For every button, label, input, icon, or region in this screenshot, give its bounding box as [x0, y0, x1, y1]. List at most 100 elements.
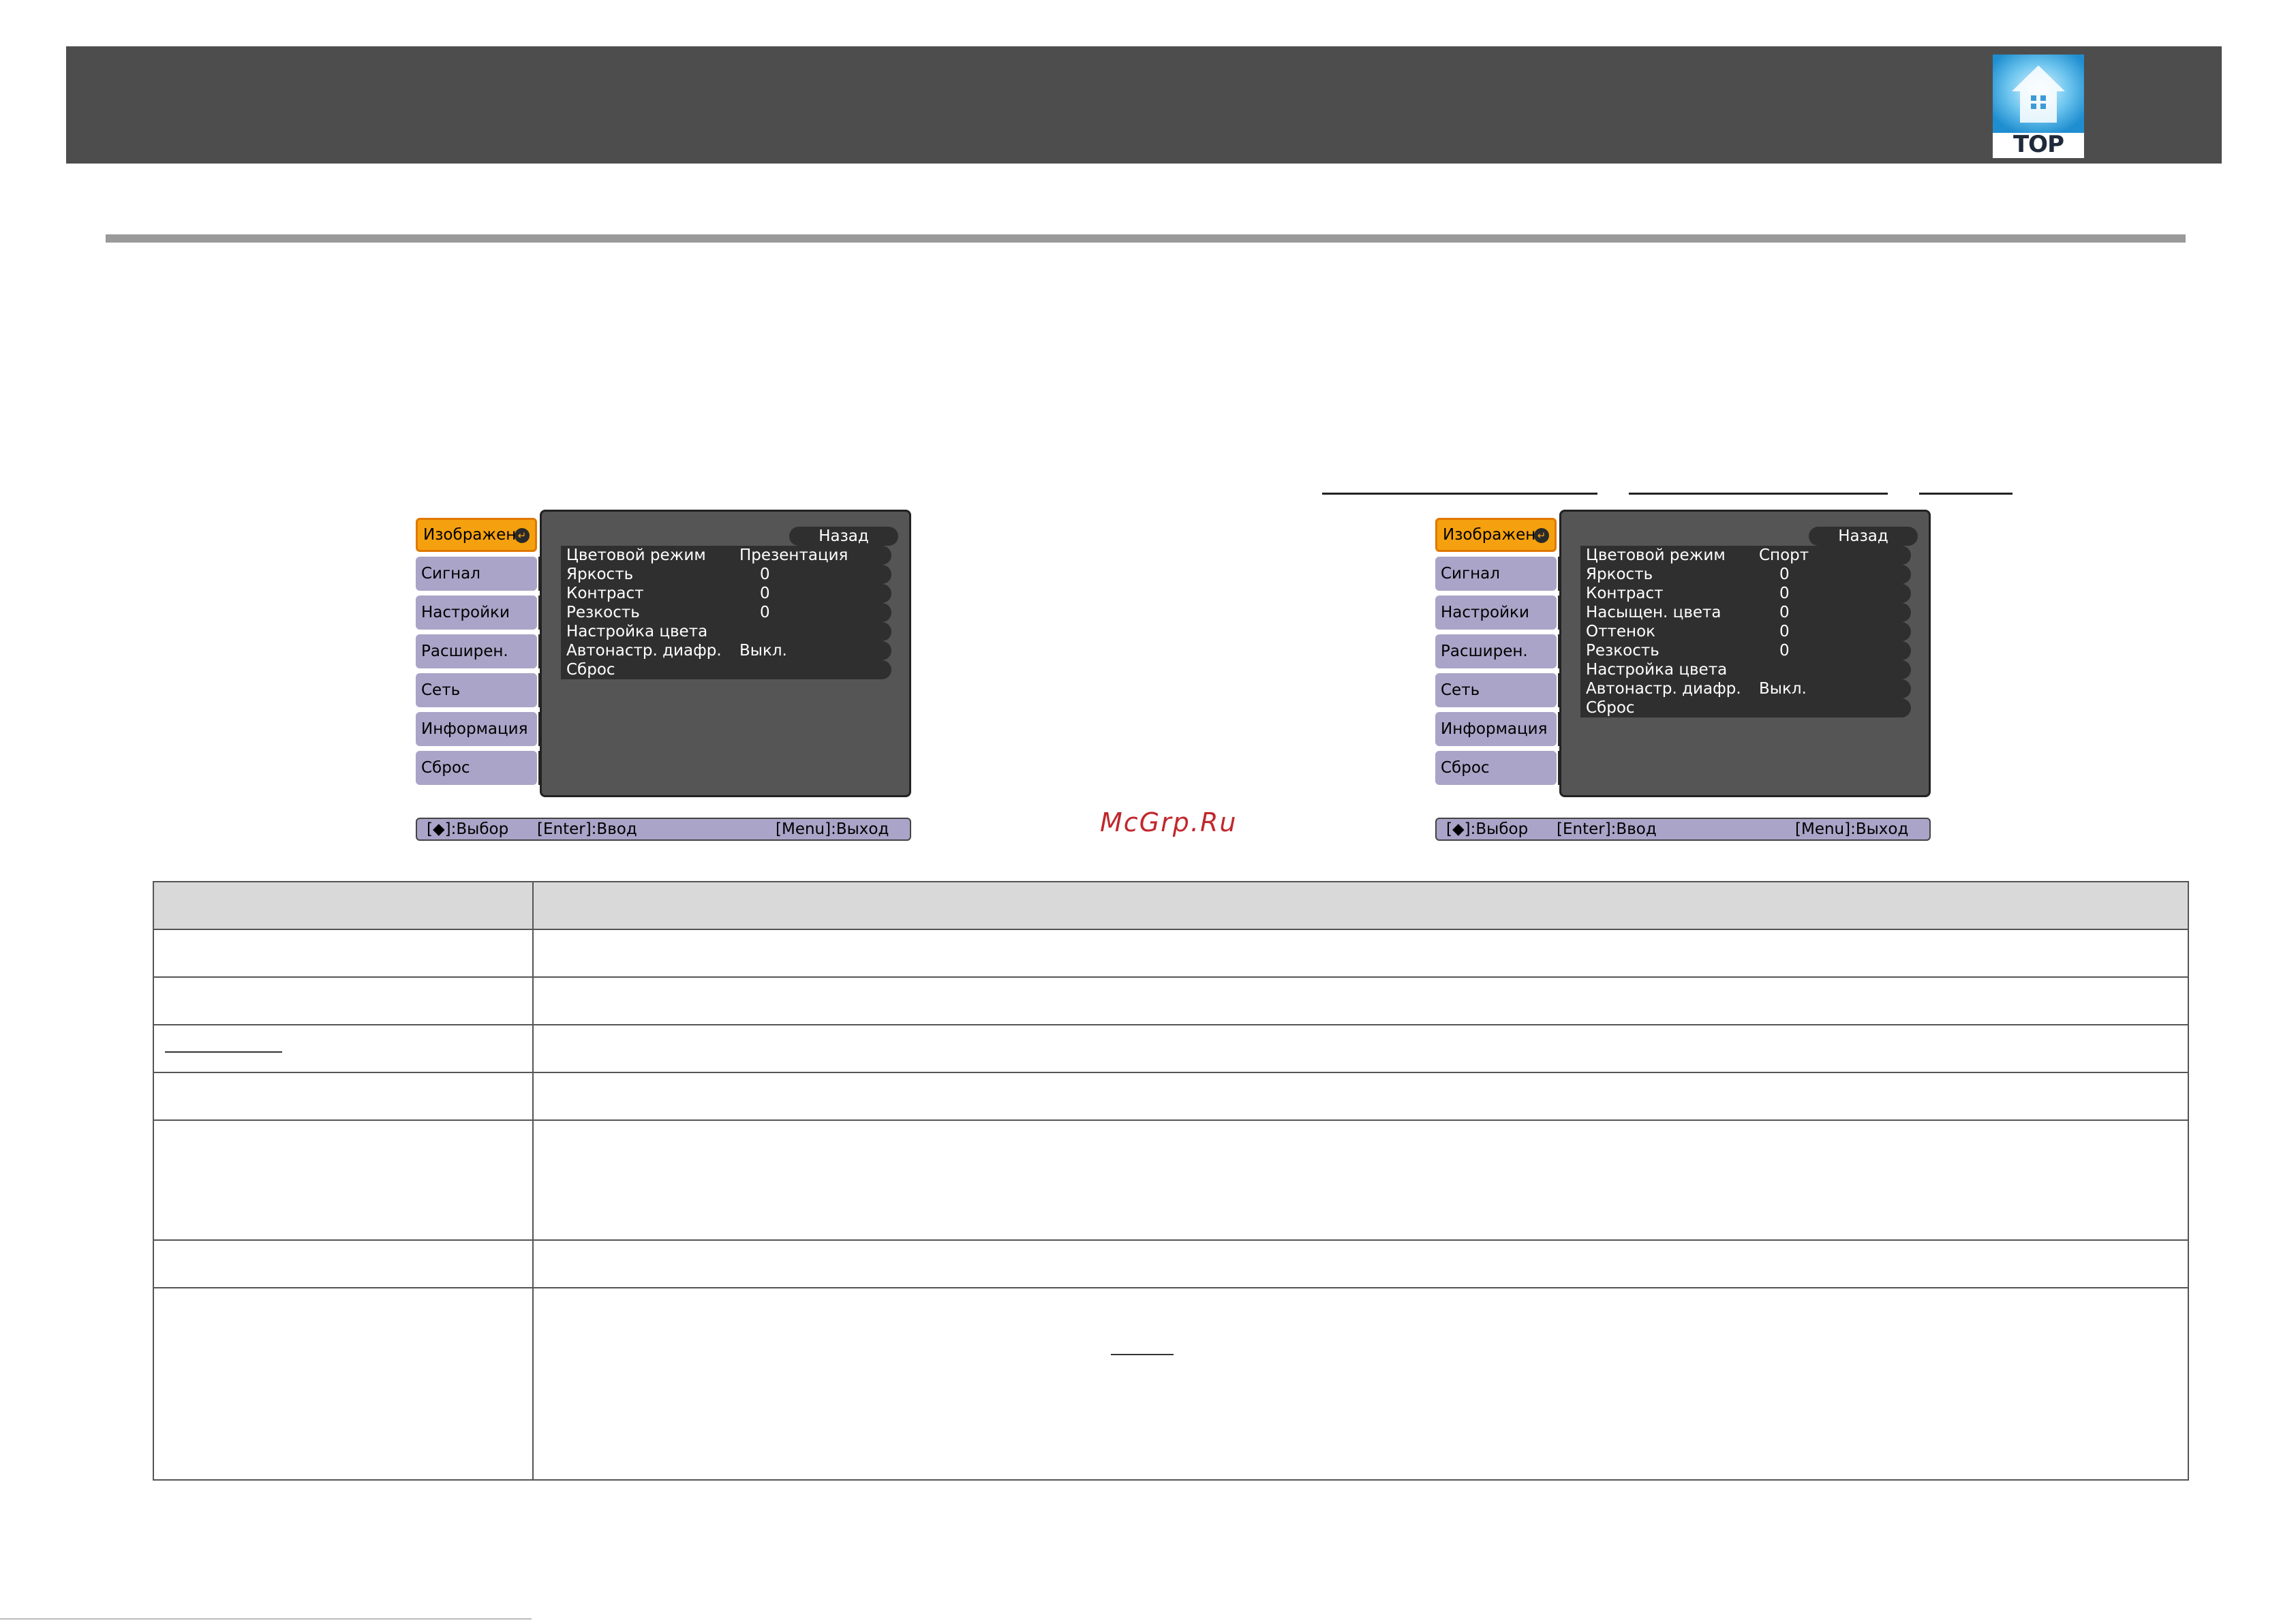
column-divider — [532, 1073, 534, 1119]
menu-row[interactable]: Насыщен. цвета 0 — [1580, 603, 1911, 622]
tab-label: Настройки — [421, 604, 510, 621]
menu-screen-2: Изображен. ↵ Сигнал Настройки Расширен. … — [1435, 510, 1933, 841]
tab-image[interactable]: Изображен. ↵ — [1435, 518, 1557, 552]
menu-row[interactable]: Резкость 0 — [561, 603, 891, 622]
row-label: Настройка цвета — [566, 623, 708, 640]
top-label: TOP — [2012, 131, 2064, 158]
table-header — [153, 881, 2189, 930]
home-icon — [1993, 55, 2084, 133]
link-underline[interactable] — [165, 1051, 282, 1053]
footer-line — [0, 1618, 532, 1620]
status-enter: [Enter]:Ввод — [537, 820, 637, 838]
row-value: 0 — [760, 566, 770, 583]
table-row — [153, 1241, 2189, 1288]
column-divider — [532, 978, 534, 1024]
row-label: Контраст — [566, 585, 644, 602]
tab-image[interactable]: Изображен. ↵ — [416, 518, 537, 552]
enter-icon: ↵ — [1534, 528, 1549, 543]
tab-label: Сброс — [1441, 759, 1490, 777]
tab-network[interactable]: Сеть — [1435, 673, 1557, 707]
status-exit: [Menu]:Выход — [776, 820, 889, 838]
tab-signal[interactable]: Сигнал — [1435, 557, 1557, 591]
row-value: Выкл. — [739, 642, 787, 660]
menu-row[interactable]: Настройка цвета — [561, 622, 891, 641]
menu-row[interactable]: Цветовой режим Презентация — [561, 546, 891, 565]
menu-row[interactable]: Автонастр. диафр. Выкл. — [1580, 679, 1911, 698]
status-exit: [Menu]:Выход — [1795, 820, 1909, 838]
menu-row[interactable]: Резкость 0 — [1580, 641, 1911, 660]
menu-row[interactable]: Настройка цвета — [1580, 660, 1911, 679]
menu-panel: Назад Цветовой режим Спорт Яркость 0 Контр… — [1559, 510, 1931, 797]
table-row — [153, 1288, 2189, 1481]
menu-row[interactable]: Контраст 0 — [1580, 584, 1911, 603]
tab-reset[interactable]: Сброс — [416, 751, 537, 785]
link-underline[interactable] — [1322, 493, 1597, 495]
status-select: [◆]:Выбор — [1446, 820, 1529, 838]
row-label: Сброс — [566, 661, 615, 679]
tab-label: Сеть — [421, 681, 461, 699]
tab-signal[interactable]: Сигнал — [416, 557, 537, 591]
menu-screen-1: Изображен. ↵ Сигнал Настройки Расширен. … — [416, 510, 913, 841]
section-divider — [106, 234, 2186, 243]
row-label: Сброс — [1586, 699, 1635, 717]
tab-label: Информация — [421, 720, 528, 738]
row-value: 0 — [1779, 566, 1790, 583]
menu-row[interactable]: Оттенок 0 — [1580, 622, 1911, 641]
tab-label: Информация — [1441, 720, 1548, 738]
row-value: 0 — [760, 604, 770, 621]
row-value: 0 — [760, 585, 770, 602]
menu-row[interactable]: Автонастр. диафр. Выкл. — [561, 641, 891, 660]
tab-extended[interactable]: Расширен. — [1435, 634, 1557, 668]
menu-row[interactable]: Сброс — [1580, 698, 1911, 717]
column-divider — [532, 1241, 534, 1287]
tab-label: Сигнал — [1441, 565, 1500, 583]
column-divider — [532, 1025, 534, 1072]
column-divider — [532, 930, 534, 976]
tab-reset[interactable]: Сброс — [1435, 751, 1557, 785]
tab-label: Сигнал — [421, 565, 480, 583]
row-label: Резкость — [1586, 642, 1659, 660]
top-button[interactable]: TOP — [1993, 55, 2084, 158]
tab-label: Изображен. — [1443, 526, 1541, 544]
tab-info[interactable]: Информация — [416, 712, 537, 746]
enter-icon: ↵ — [515, 528, 530, 543]
link-underline[interactable] — [1111, 1354, 1174, 1355]
tab-extended[interactable]: Расширен. — [416, 634, 537, 668]
row-label: Цветовой режим — [566, 546, 706, 564]
tab-label: Сеть — [1441, 681, 1480, 699]
row-label: Цветовой режим — [1586, 546, 1726, 564]
row-label: Автонастр. диафр. — [566, 642, 722, 660]
menu-row[interactable]: Цветовой режим Спорт — [1580, 546, 1911, 565]
row-value: Спорт — [1759, 546, 1809, 564]
row-value: Презентация — [739, 546, 848, 564]
menu-row[interactable]: Яркость 0 — [561, 565, 891, 584]
menu-row[interactable]: Сброс — [561, 660, 891, 679]
table-row — [153, 1121, 2189, 1241]
menu-panel: Назад Цветовой режим Презентация Яркость 0… — [540, 510, 911, 797]
table-row — [153, 1073, 2189, 1121]
status-select: [◆]:Выбор — [427, 820, 509, 838]
menu-row[interactable]: Контраст 0 — [561, 584, 891, 603]
row-label: Контраст — [1586, 585, 1664, 602]
table-row — [153, 1025, 2189, 1073]
row-label: Настройка цвета — [1586, 661, 1728, 679]
tab-network[interactable]: Сеть — [416, 673, 537, 707]
menu-row[interactable]: Яркость 0 — [1580, 565, 1911, 584]
row-label: Оттенок — [1586, 623, 1656, 640]
tab-settings[interactable]: Настройки — [416, 596, 537, 630]
column-divider — [532, 1288, 534, 1479]
tab-settings[interactable]: Настройки — [1435, 596, 1557, 630]
tab-label: Сброс — [421, 759, 470, 777]
back-button[interactable]: Назад — [1809, 527, 1918, 546]
row-value: Выкл. — [1759, 680, 1807, 698]
back-button[interactable]: Назад — [789, 527, 898, 546]
link-underline[interactable] — [1919, 493, 2012, 495]
link-underline[interactable] — [1629, 493, 1888, 495]
row-value: 0 — [1779, 623, 1790, 640]
table-row — [153, 930, 2189, 978]
tab-info[interactable]: Информация — [1435, 712, 1557, 746]
row-value: 0 — [1779, 642, 1790, 660]
tab-label: Изображен. — [423, 526, 521, 544]
row-value: 0 — [1779, 585, 1790, 602]
row-label: Автонастр. диафр. — [1586, 680, 1741, 698]
